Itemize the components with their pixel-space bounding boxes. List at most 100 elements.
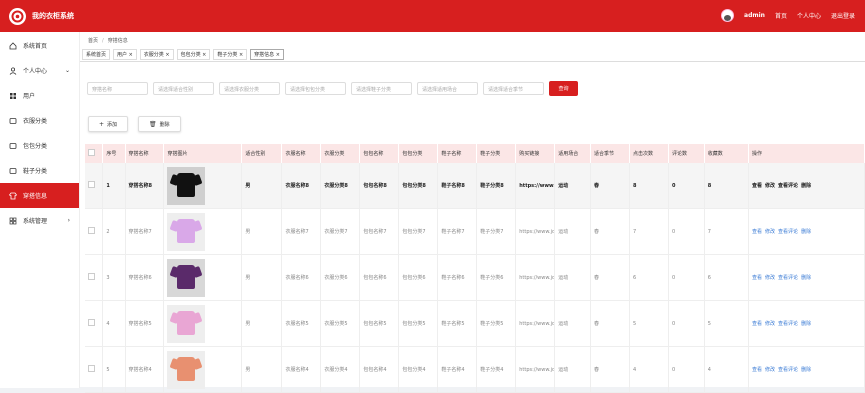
action-link[interactable]: 查看评论 (778, 229, 798, 235)
action-link[interactable]: 修改 (765, 275, 775, 281)
sidebar-item[interactable]: 系统首页 (0, 33, 79, 58)
search-select[interactable]: 请选择适用场合 (417, 82, 478, 95)
action-link[interactable]: 删除 (801, 275, 811, 281)
sidebar-item-label: 衣服分类 (23, 118, 48, 125)
cell-scene: 运动 (554, 254, 592, 301)
action-link[interactable]: 删除 (801, 321, 811, 327)
search-select[interactable]: 请选择包包分类 (285, 82, 346, 95)
cell-cloth_cat: 衣服分类6 (320, 254, 361, 301)
search-select[interactable]: 请选择鞋子分类 (351, 82, 412, 95)
action-link[interactable]: 修改 (765, 183, 775, 189)
sidebar-item[interactable]: 系统管理 › (0, 208, 79, 233)
search-select[interactable]: 请选择适合季节 (483, 82, 544, 95)
row-checkbox[interactable] (88, 227, 95, 234)
table-row[interactable]: 3 穿搭名称6 男衣服名称6 衣服分类6 包包名称6 包包分类6 鞋子名称6 鞋子分类6 htt… (85, 254, 865, 301)
profile-link[interactable]: 个人中心 (797, 11, 821, 20)
row-select-cell (85, 208, 104, 255)
add-button[interactable]: + 添加 (88, 116, 129, 132)
action-link[interactable]: 修改 (765, 229, 775, 235)
username: admin (744, 12, 765, 19)
search-name-input[interactable]: 穿搭名称 (87, 82, 148, 95)
sidebar-item-label: 包包分类 (23, 143, 48, 150)
cell-season: 春 (590, 254, 630, 301)
search-select[interactable]: 请选择适合性别 (153, 82, 214, 95)
column-header: 衣服分类 (320, 144, 361, 163)
cell-cloth: 衣服名称4 (281, 346, 322, 393)
logout-link[interactable]: 退出登录 (831, 11, 855, 20)
column-header: 适合性别 (241, 144, 283, 163)
action-link[interactable]: 查看 (752, 183, 762, 189)
avatar[interactable] (721, 9, 735, 22)
sidebar-item[interactable]: 穿搭信息 (0, 183, 79, 208)
tab-item[interactable]: 用户 × (113, 49, 137, 60)
search-button[interactable]: 查询 (549, 81, 578, 96)
shirt-shape (177, 264, 196, 289)
action-link[interactable]: 查看 (752, 229, 762, 235)
sidebar-item[interactable]: 个人中心 ⌄ (0, 58, 79, 83)
sidebar-item[interactable]: 衣服分类 (0, 108, 79, 133)
action-link[interactable]: 查看评论 (778, 321, 798, 327)
cell-clicks: 8 (629, 163, 669, 209)
table-row[interactable]: 2 穿搭名称7 男衣服名称7 衣服分类7 包包名称7 包包分类7 鞋子名称7 鞋子分类7 htt… (85, 208, 865, 255)
select-all-checkbox[interactable] (88, 149, 95, 156)
delete-button[interactable]: 🗑 删除 (138, 116, 181, 132)
column-header: 衣服名称 (281, 144, 322, 163)
data-table: 序号 穿搭名称 穿搭图片 适合性别 衣服名称 衣服分类 包包名称 包包分类 鞋子名称 鞋子分类 购买… (85, 144, 865, 393)
cell-cloth_cat: 衣服分类8 (320, 163, 361, 209)
cell-bag_cat: 包包分类4 (398, 346, 439, 393)
table-row[interactable]: 1 穿搭名称8 男衣服名称8 衣服分类8 包包名称8 包包分类8 鞋子名称8 鞋子分类8 htt… (85, 163, 865, 209)
cell-clicks: 7 (629, 208, 669, 255)
main-content: 首页 / 穿搭信息 系统首页 用户 × 衣服分类 × 包包分类 × 鞋子分类 × 穿搭信息 ×… (80, 32, 865, 393)
tab-item[interactable]: 穿搭信息 × (250, 49, 284, 60)
action-link[interactable]: 删除 (801, 183, 811, 189)
table-row[interactable]: 5 穿搭名称4 男衣服名称4 衣服分类4 包包名称4 包包分类4 鞋子名称4 鞋子分类4 htt… (85, 346, 865, 393)
cell-clicks: 6 (629, 254, 669, 301)
tag-icon (9, 142, 17, 150)
sidebar-item[interactable]: 鞋子分类 (0, 158, 79, 183)
breadcrumb-home[interactable]: 首页 (88, 38, 98, 44)
column-header: 穿搭图片 (163, 144, 243, 163)
action-link[interactable]: 修改 (765, 367, 775, 373)
column-header: 评论数 (668, 144, 705, 163)
cell-shoe: 鞋子名称8 (437, 163, 478, 209)
row-checkbox[interactable] (88, 319, 95, 326)
cell-season: 春 (590, 208, 630, 255)
cell-comments: 0 (668, 163, 705, 209)
cell-favs: 7 (704, 208, 750, 255)
action-link[interactable]: 查看评论 (778, 367, 798, 373)
search-select[interactable]: 请选择衣服分类 (219, 82, 280, 95)
sidebar-item[interactable]: 用户 (0, 83, 79, 108)
sidebar-item[interactable]: 包包分类 (0, 133, 79, 158)
row-checkbox[interactable] (88, 181, 95, 188)
action-link[interactable]: 查看评论 (778, 275, 798, 281)
action-link[interactable]: 查看 (752, 321, 762, 327)
action-link[interactable]: 修改 (765, 321, 775, 327)
row-checkbox[interactable] (88, 273, 95, 280)
cell-name: 穿搭名称8 (125, 163, 165, 209)
cell-bag: 包包名称5 (359, 300, 400, 347)
delete-button-label: 删除 (159, 121, 170, 128)
sidebar-item-label: 系统首页 (23, 43, 48, 50)
action-link[interactable]: 查看 (752, 275, 762, 281)
table-row[interactable]: 4 穿搭名称5 男衣服名称5 衣服分类5 包包名称5 包包分类5 鞋子名称5 鞋子分类5 htt… (85, 300, 865, 347)
tab-item[interactable]: 包包分类 × (176, 49, 211, 60)
tab-item[interactable]: 鞋子分类 × (213, 49, 248, 60)
grid-icon (9, 92, 17, 100)
shirt-shape (177, 172, 196, 197)
cell-scene: 运动 (554, 208, 592, 255)
home-link[interactable]: 首页 (775, 11, 787, 20)
row-checkbox[interactable] (88, 365, 95, 372)
tab-item[interactable]: 衣服分类 × (139, 49, 174, 60)
user-icon (9, 66, 17, 75)
action-link[interactable]: 删除 (801, 229, 811, 235)
action-link[interactable]: 查看评论 (778, 183, 798, 189)
column-header: 穿搭名称 (125, 144, 165, 163)
row-select-cell (85, 163, 104, 209)
tab-item[interactable]: 系统首页 (82, 49, 111, 60)
action-link[interactable]: 查看 (752, 367, 762, 373)
sidebar-item-label: 穿搭信息 (23, 193, 48, 200)
cell-name: 穿搭名称6 (125, 254, 165, 301)
action-link[interactable]: 删除 (801, 367, 811, 373)
cell-gender: 男 (241, 208, 283, 255)
row-actions: 查看 修改 查看评论 删除 (748, 300, 865, 347)
